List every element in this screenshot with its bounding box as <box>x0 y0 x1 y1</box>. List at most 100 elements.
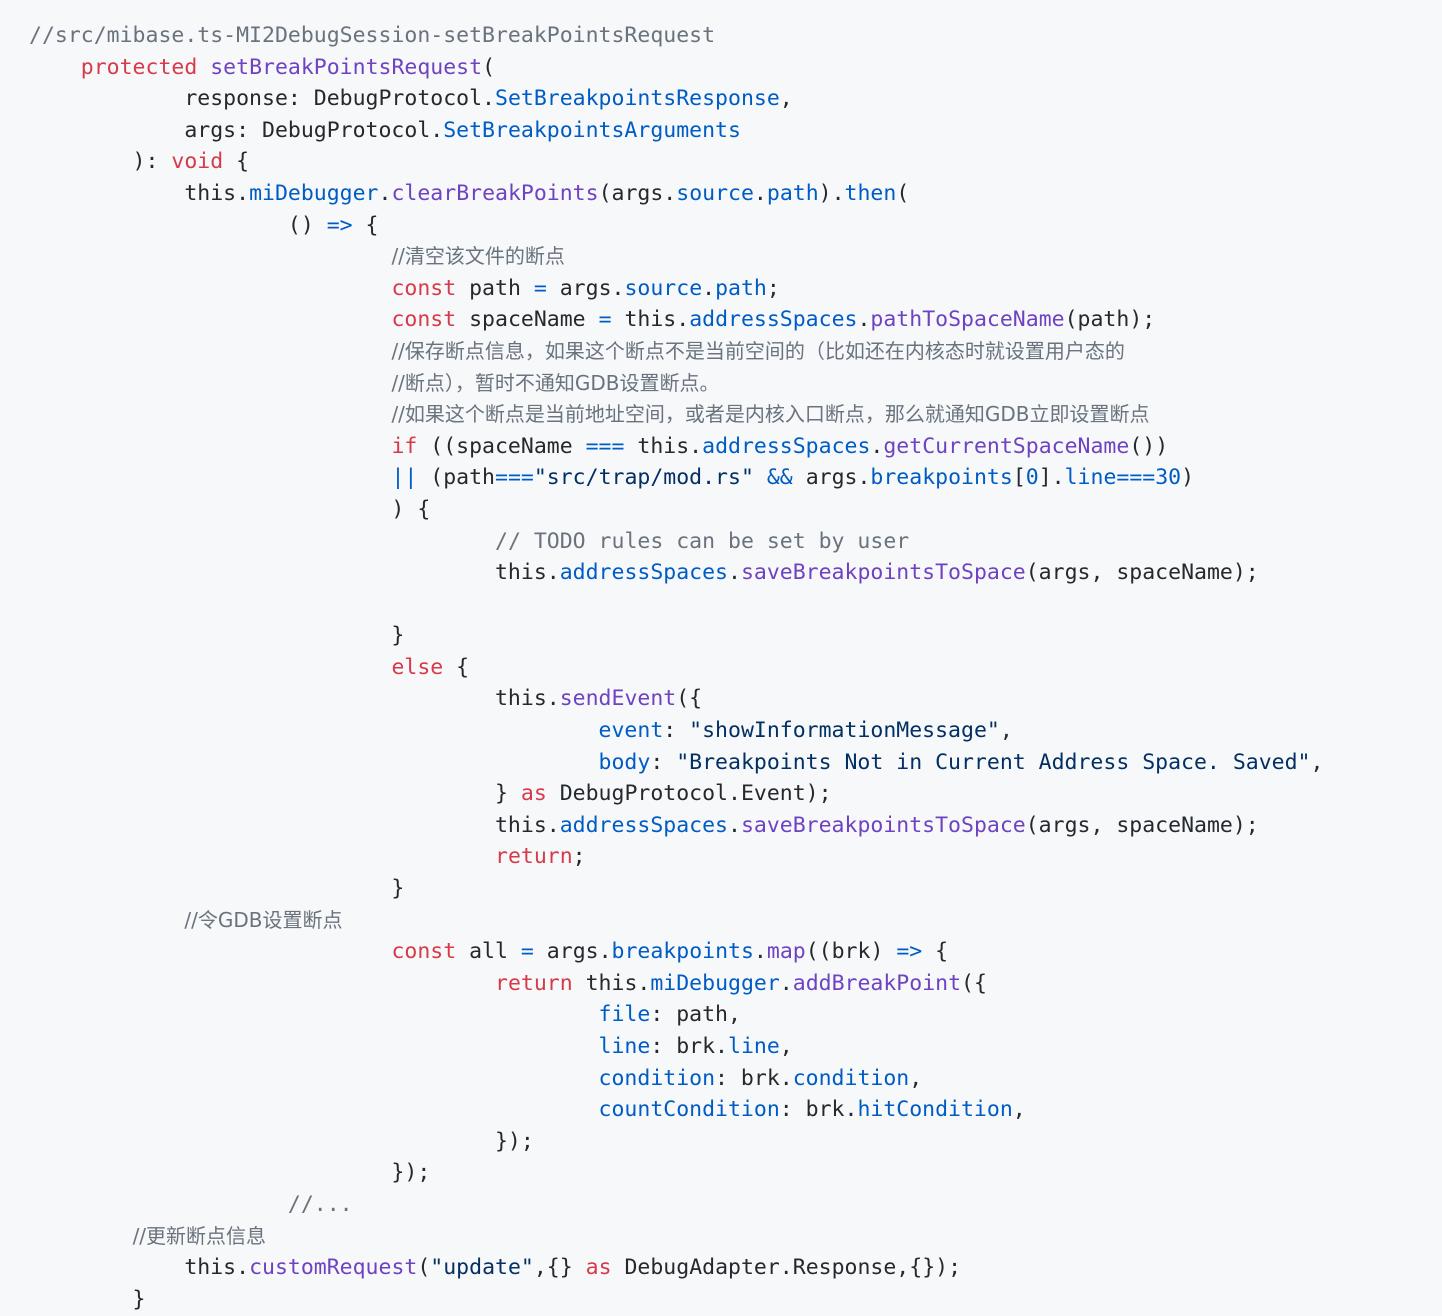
code-token: } <box>29 781 521 807</box>
code-token: customRequest <box>249 1255 418 1281</box>
code-token: === <box>585 433 625 459</box>
code-token: : <box>663 718 690 744</box>
code-token: DebugAdapter.Response,{}); <box>611 1255 962 1281</box>
code-line: //保存断点信息，如果这个断点不是当前空间的（比如还在内核态时就设置用户态的 <box>29 336 1323 368</box>
code-token: , <box>909 1065 923 1091</box>
code-block: //src/mibase.ts-MI2DebugSession-setBreak… <box>0 0 1442 1316</box>
code-token: (args. <box>598 180 677 206</box>
code-token: source <box>676 180 754 206</box>
code-token: line <box>1064 465 1117 491</box>
code-token: this. <box>611 307 690 333</box>
code-token: , <box>1012 1097 1026 1123</box>
code-line: response: DebugProtocol.SetBreakpointsRe… <box>29 83 1323 115</box>
code-token: this. <box>29 686 560 712</box>
code-token: ((brk) <box>805 939 897 965</box>
code-line: const spaceName = this.addressSpaces.pat… <box>29 304 1323 336</box>
code-token: { <box>223 149 250 175</box>
code-token: = <box>520 939 534 965</box>
code-token: const <box>391 275 457 301</box>
code-token: this. <box>572 970 651 996</box>
code-token: = <box>533 275 547 301</box>
code-token: map <box>766 939 806 965</box>
code-line: event: "showInformationMessage", <box>29 715 1323 747</box>
code-token: : brk. <box>779 1097 858 1123</box>
code-token: === <box>495 465 534 491</box>
code-token: void <box>171 149 224 175</box>
code-token: const <box>391 307 457 333</box>
code-token: 0 <box>1025 465 1039 491</box>
code-token: const <box>391 939 457 965</box>
code-token: as <box>585 1255 612 1281</box>
code-token: line <box>598 1034 651 1059</box>
code-token: { <box>922 939 949 965</box>
code-token: } <box>29 623 405 649</box>
code-line: //src/mibase.ts-MI2DebugSession-setBreak… <box>29 20 1323 52</box>
code-token: DebugProtocol.Event); <box>546 781 832 807</box>
code-token: this. <box>29 560 560 586</box>
code-line: //... <box>29 1189 1323 1221</box>
code-line: //令GDB设置断点 <box>29 905 1323 937</box>
code-token: addBreakPoint <box>792 970 962 996</box>
code-token: ; <box>572 844 586 870</box>
code-token: file <box>598 1002 651 1028</box>
code-token: this. <box>624 433 703 459</box>
code-token: => <box>896 939 923 965</box>
code-token: 30 <box>1155 465 1182 491</box>
code-token: this. <box>29 812 560 838</box>
code-token: //保存断点信息，如果这个断点不是当前空间的（比如还在内核态时就设置用户态的 <box>391 338 1125 363</box>
code-token: }); <box>29 1128 534 1154</box>
code-line: line: brk.line, <box>29 1031 1323 1063</box>
code-line: //如果这个断点是当前地址空间，或者是内核入口断点，那么就通知GDB立即设置断点 <box>29 399 1323 431</box>
code-token: = <box>598 307 612 333</box>
code-line: } as DebugProtocol.Event); <box>29 778 1323 810</box>
code-line: const all = args.breakpoints.map((brk) =… <box>29 936 1323 968</box>
code-token: args. <box>792 465 871 491</box>
code-line: // TODO rules can be set by user <box>29 526 1323 558</box>
code-token: . <box>753 180 767 206</box>
code-line: //断点），暂时不通知GDB设置断点。 <box>29 368 1323 400</box>
code-token: } <box>29 1286 146 1312</box>
code-token: [ <box>1012 465 1026 491</box>
code-token: miDebugger <box>650 970 780 996</box>
code-token: && <box>766 465 793 491</box>
code-token: , <box>999 718 1013 744</box>
code-token: condition <box>598 1065 716 1091</box>
code-token: event <box>598 718 664 744</box>
code-token: setBreakPointsRequest <box>210 54 483 80</box>
code-token: . <box>702 275 716 301</box>
code-token: protected <box>80 54 198 80</box>
code-token: //更新断点信息 <box>132 1223 267 1248</box>
code-token: //如果这个断点是当前地址空间，或者是内核入口断点，那么就通知GDB立即设置断点 <box>391 402 1150 427</box>
code-token: //清空该文件的断点 <box>391 244 565 269</box>
code-line: args: DebugProtocol.SetBreakpointsArgume… <box>29 115 1323 147</box>
code-token: args. <box>533 939 612 965</box>
code-line: } <box>29 620 1323 652</box>
code-token: //令GDB设置断点 <box>184 907 343 932</box>
code-token: //... <box>287 1191 353 1217</box>
code-line: this.addressSpaces.saveBreakpointsToSpac… <box>29 810 1323 842</box>
code-line: ): void { <box>29 146 1323 178</box>
code-token: ({ <box>676 686 703 712</box>
code-token: miDebugger <box>249 180 379 206</box>
code-line: this.customRequest("update",{} as DebugA… <box>29 1252 1323 1284</box>
code-token: // TODO rules can be set by user <box>495 528 910 554</box>
code-token: : brk. <box>650 1034 728 1059</box>
code-token: () <box>29 212 327 238</box>
